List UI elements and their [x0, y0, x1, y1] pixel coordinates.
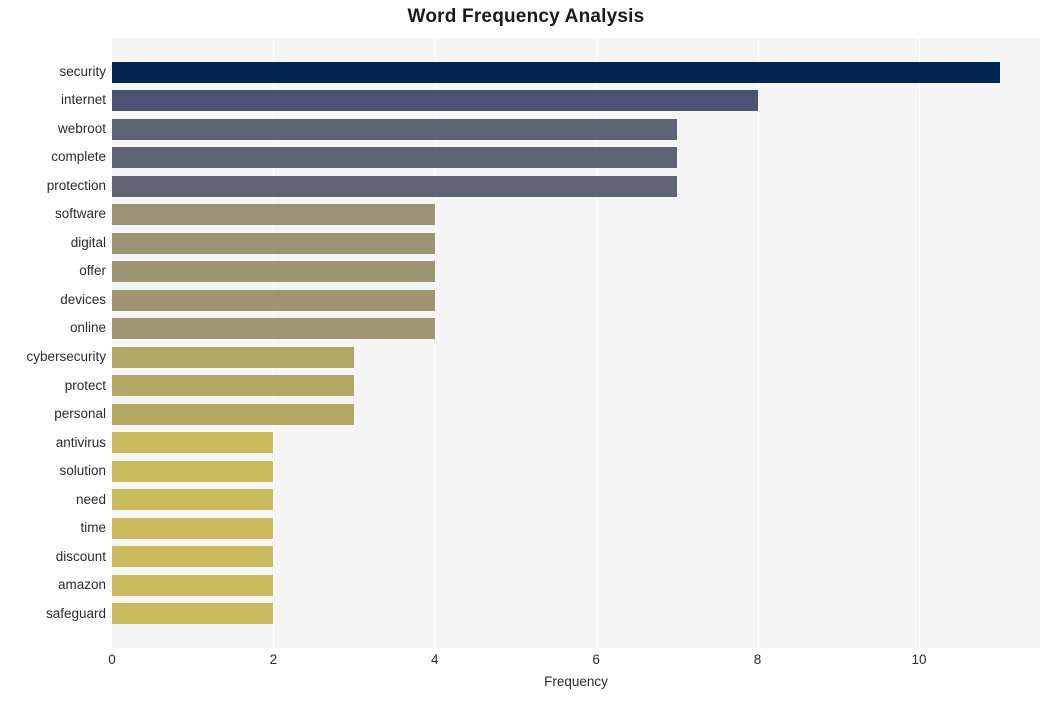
bar: [112, 90, 758, 112]
x-axis-title: Frequency: [544, 674, 608, 689]
bar-row: [112, 429, 1040, 458]
x-tick-label: 4: [431, 652, 439, 667]
x-tick-label: 10: [911, 652, 927, 667]
bar: [112, 204, 435, 226]
bar: [112, 147, 677, 169]
bar: [112, 432, 274, 454]
chart-title: Word Frequency Analysis: [407, 6, 645, 27]
y-tick-label: amazon: [57, 577, 106, 593]
bar: [112, 546, 274, 568]
y-tick-label: offer: [79, 263, 106, 279]
bar: [112, 517, 274, 539]
y-tick-label: discount: [55, 548, 106, 564]
y-tick-label: time: [80, 520, 106, 536]
bars-layer: [112, 38, 1040, 648]
x-tick-label: 2: [269, 652, 278, 667]
bar: [112, 118, 677, 140]
bar-row: [112, 86, 1040, 115]
bar-row: [112, 600, 1040, 629]
y-tick-label: safeguard: [45, 605, 106, 621]
bar-row: [112, 400, 1040, 429]
y-tick-label: internet: [60, 92, 106, 108]
bar: [112, 232, 435, 254]
bar-row: [112, 571, 1040, 600]
x-tick-label: 6: [592, 652, 600, 667]
bar-row: [112, 257, 1040, 286]
x-tick-label: 8: [753, 652, 762, 667]
y-tick-label: protection: [46, 177, 106, 193]
y-tick-label: devices: [60, 291, 106, 307]
bar: [112, 603, 274, 625]
bar-row: [112, 372, 1040, 401]
y-tick-label: security: [59, 63, 106, 79]
bar: [112, 175, 677, 197]
y-tick-label: webroot: [57, 120, 106, 136]
y-tick-label: need: [75, 491, 106, 507]
bar: [112, 61, 1000, 83]
y-tick-label: protect: [64, 377, 106, 393]
bar-row: [112, 457, 1040, 486]
word-frequency-chart-figure: Word Frequency Analysis security internet…: [0, 0, 1052, 701]
bar: [112, 289, 435, 311]
bar: [112, 261, 435, 283]
bar: [112, 403, 355, 425]
bar-row: [112, 486, 1040, 515]
x-axis-tick-labels: 0 2 4 6 8 10: [108, 652, 1040, 674]
bar-row: [112, 115, 1040, 144]
bar: [112, 318, 435, 340]
bar-row: [112, 229, 1040, 258]
y-tick-label: digital: [70, 234, 106, 250]
y-tick-label: cybersecurity: [26, 349, 106, 364]
y-tick-label: antivirus: [55, 434, 106, 450]
plot-area: [112, 38, 1040, 648]
bar-row: [112, 58, 1040, 87]
y-tick-label: solution: [59, 463, 106, 479]
y-tick-label: complete: [51, 149, 106, 165]
bar-row: [112, 514, 1040, 543]
bar-row: [112, 343, 1040, 372]
bar: [112, 346, 355, 368]
bar: [112, 375, 355, 397]
bar-row: [112, 314, 1040, 343]
bar: [112, 460, 274, 482]
y-axis-tick-labels: security internet webroot complete protectio…: [0, 38, 106, 648]
bar-row: [112, 543, 1040, 572]
bar: [112, 489, 274, 511]
y-tick-label: personal: [54, 406, 106, 421]
bar: [112, 574, 274, 596]
y-tick-label: online: [69, 320, 106, 336]
bar-row: [112, 200, 1040, 229]
bar-row: [112, 143, 1040, 172]
bar-row: [112, 172, 1040, 201]
y-tick-label: software: [54, 206, 106, 222]
bar-row: [112, 286, 1040, 315]
x-tick-label: 0: [108, 652, 116, 667]
